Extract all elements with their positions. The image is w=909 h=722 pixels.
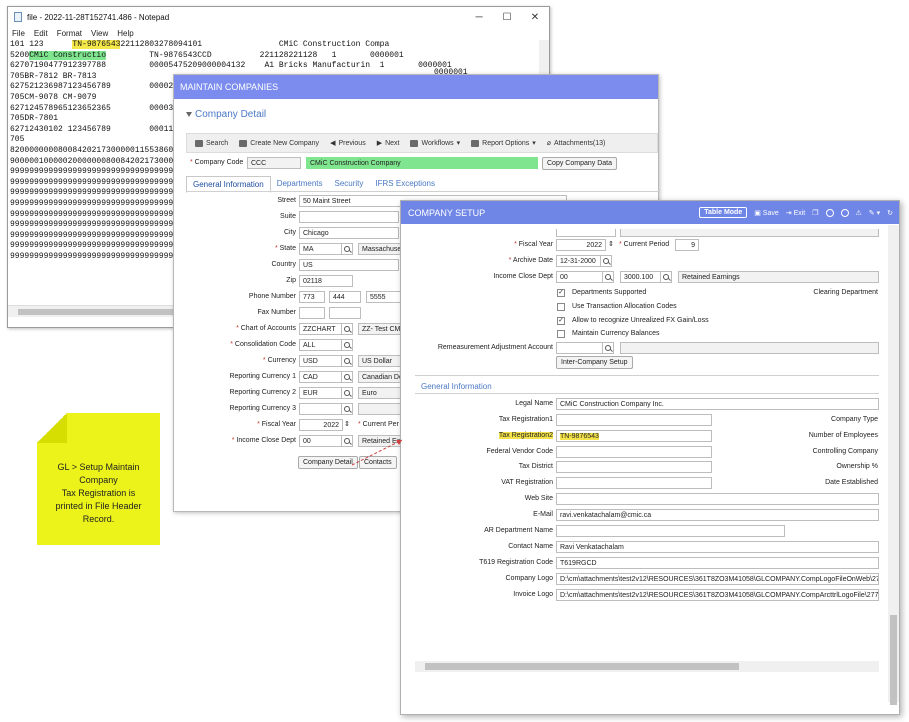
arrow-line <box>351 439 403 466</box>
annotation-arrow <box>351 439 403 466</box>
